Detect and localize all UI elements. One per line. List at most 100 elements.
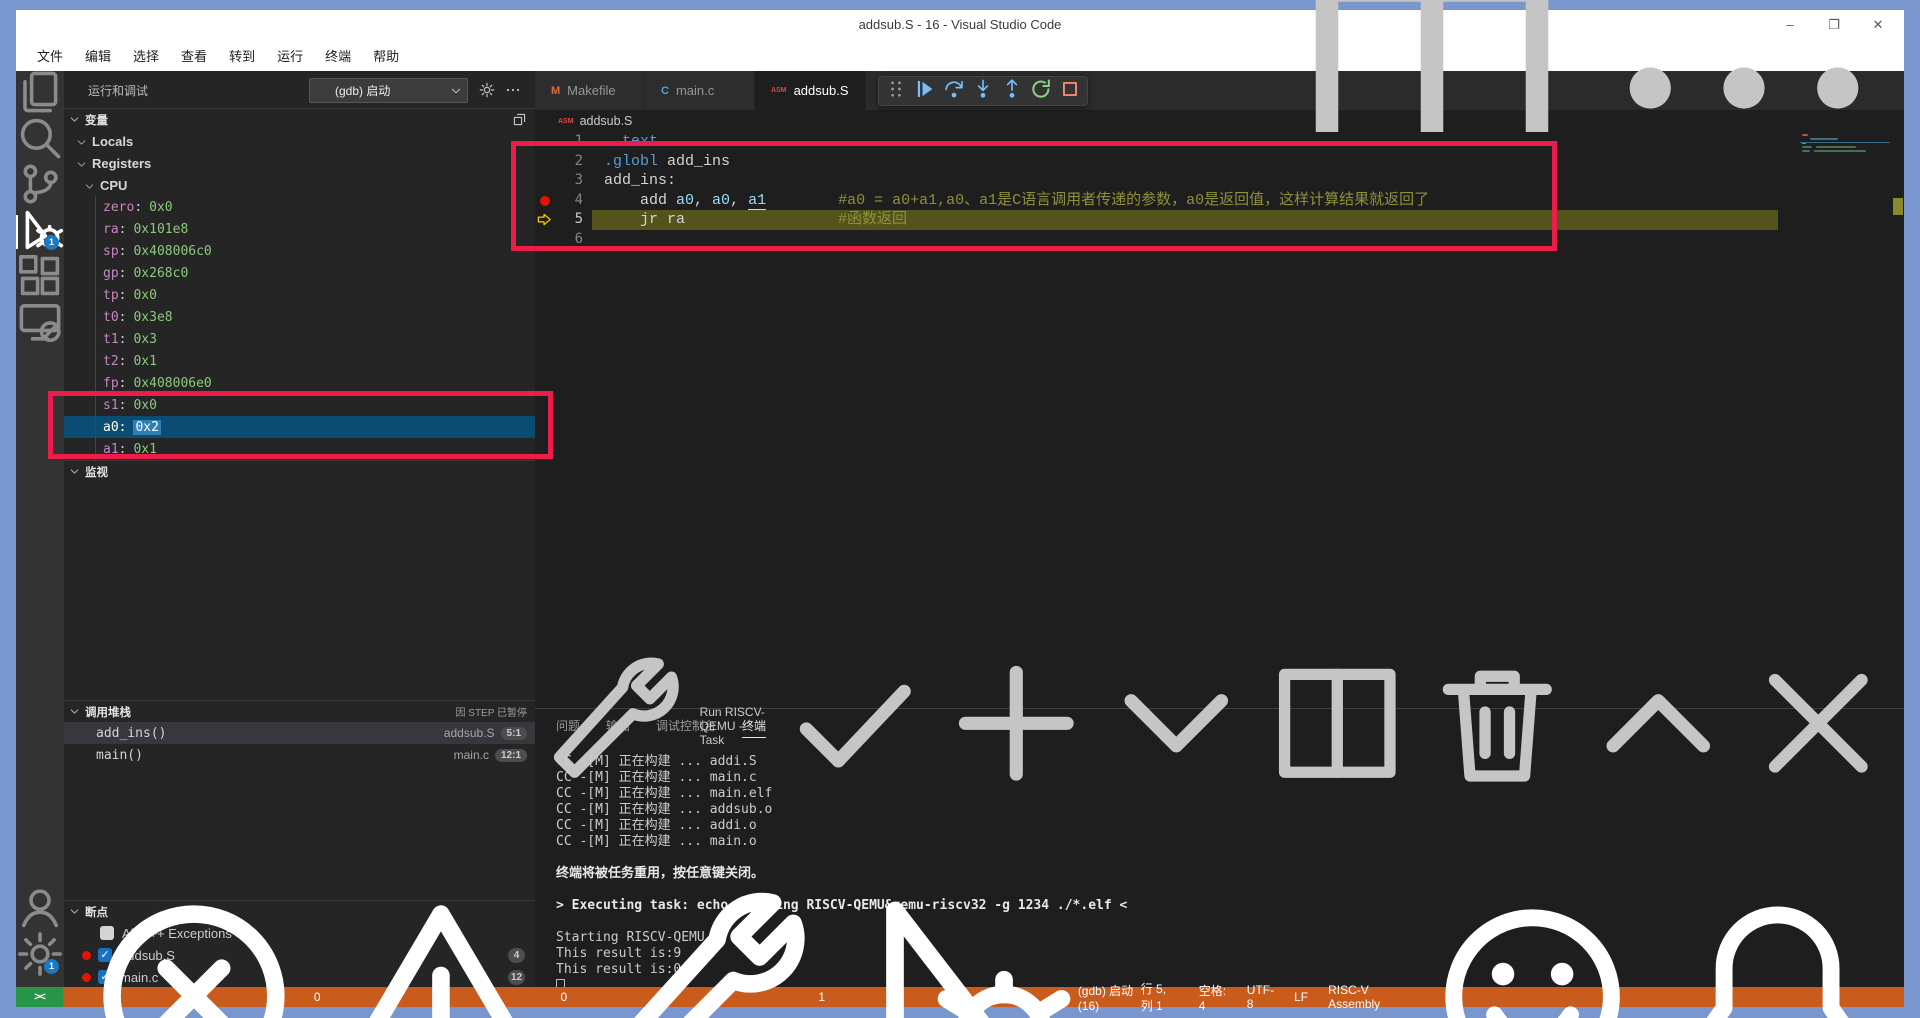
- register-row-s1[interactable]: s1:0x0: [64, 394, 535, 416]
- language-mode[interactable]: RISC-V Assembly: [1328, 983, 1400, 1011]
- eol-setting[interactable]: LF: [1294, 990, 1308, 1004]
- activity-settings-gear-icon[interactable]: 1: [16, 931, 64, 979]
- line-number: 6: [574, 230, 583, 247]
- chevron-down-icon: [69, 706, 80, 717]
- frame-function: main(): [96, 747, 143, 763]
- bell-icon[interactable]: [1665, 884, 1890, 1018]
- menu-item[interactable]: 查看: [170, 46, 218, 65]
- problems-status[interactable]: 0 0: [77, 879, 567, 1018]
- menu-item[interactable]: 终端: [314, 46, 362, 65]
- tab-Makefile[interactable]: M Makefile: [535, 71, 645, 110]
- collapse-all-icon[interactable]: [512, 112, 527, 127]
- restart-icon: [1030, 78, 1052, 105]
- register-row-fp[interactable]: fp:0x408006e0: [64, 372, 535, 394]
- watch-header[interactable]: 监视: [64, 460, 535, 482]
- drag-grip-button[interactable]: [885, 80, 907, 102]
- tab-main.c[interactable]: Cmain.c: [645, 71, 755, 110]
- register-row-ra[interactable]: ra:0x101e8: [64, 218, 535, 240]
- register-row-gp[interactable]: gp:0x268c0: [64, 262, 535, 284]
- activity-extensions-icon[interactable]: [16, 254, 64, 301]
- workbench: 1 1 运行和调试 (gdb) 启动 变量 Locals Registers CPU z…: [16, 0, 1904, 993]
- breakpoint-icon[interactable]: [540, 195, 550, 206]
- variables-header[interactable]: 变量: [64, 108, 535, 130]
- register-row-sp[interactable]: sp:0x408006c0: [64, 240, 535, 262]
- minimap[interactable]: [1800, 132, 1893, 252]
- section-title: 监视: [85, 466, 108, 479]
- stop-button[interactable]: [1059, 80, 1081, 102]
- gutter[interactable]: 4: [535, 191, 592, 211]
- menu-item[interactable]: 编辑: [74, 46, 122, 65]
- continue-button[interactable]: [914, 80, 936, 102]
- terminal-line: CC -[M] 正在构建 ... main.c: [556, 770, 757, 785]
- code-editor[interactable]: 1 .text 2 .globl add_ins 3 add_ins: 4 add a0,…: [535, 132, 1904, 708]
- gutter[interactable]: 1: [535, 132, 592, 152]
- call-stack-header[interactable]: 调用堆栈 因 STEP 已暂停: [64, 700, 535, 722]
- register-row-t0[interactable]: t0:0x3e8: [64, 306, 535, 328]
- register-name: sp: [103, 243, 119, 259]
- more-icon[interactable]: [505, 82, 521, 98]
- gutter[interactable]: 2: [535, 152, 592, 172]
- tasks-status[interactable]: 1: [581, 878, 825, 1018]
- terminal-line: CC -[M] 正在构建 ... main.elf: [556, 786, 773, 801]
- register-row-tp[interactable]: tp:0x0: [64, 284, 535, 306]
- menu-item[interactable]: 文件: [26, 46, 74, 65]
- activity-run-debug-icon[interactable]: 1: [16, 209, 64, 255]
- step-out-button[interactable]: [1001, 78, 1023, 105]
- activity-remote-explorer-icon[interactable]: [16, 301, 64, 347]
- step-over-button[interactable]: [943, 80, 965, 102]
- activity-explorer-icon[interactable]: [16, 71, 64, 117]
- code-line: 3 add_ins:: [535, 171, 1904, 191]
- remote-indicator[interactable]: ><: [16, 987, 63, 1007]
- activity-account-icon[interactable]: [16, 887, 64, 933]
- chevron-down-icon: [76, 136, 87, 147]
- register-name: t0: [103, 309, 119, 325]
- stack-frame[interactable]: main() main.c 12:1: [64, 744, 535, 766]
- badge: 1: [44, 959, 59, 974]
- step-out-icon: [1001, 78, 1023, 105]
- gear-icon[interactable]: [479, 82, 495, 98]
- gutter[interactable]: 5: [535, 210, 592, 230]
- menu-item[interactable]: 转到: [218, 46, 266, 65]
- feedback-icon[interactable]: [1420, 884, 1645, 1018]
- register-row-zero[interactable]: zero:0x0: [64, 196, 535, 218]
- tab-addsub.S[interactable]: ASM addsub.S: [755, 71, 866, 110]
- tree-item-registers[interactable]: Registers: [64, 152, 535, 174]
- register-value: 0x0: [133, 397, 157, 413]
- tree-item-locals[interactable]: Locals: [64, 130, 535, 152]
- tree-item-cpu[interactable]: CPU: [64, 174, 535, 196]
- makefile-icon: M: [551, 84, 561, 97]
- gutter[interactable]: 3: [535, 171, 592, 191]
- tabs: M Makefile Cmain.c ASM addsub.S: [535, 71, 866, 110]
- register-row-t1[interactable]: t1:0x3: [64, 328, 535, 350]
- terminal-line: CC -[M] 正在构建 ... main.o: [556, 834, 757, 849]
- launch-config-dropdown[interactable]: (gdb) 启动: [309, 78, 468, 103]
- register-row-a0[interactable]: a0:0x2: [64, 416, 535, 438]
- activity-search-icon[interactable]: [16, 117, 64, 163]
- menu-item[interactable]: 帮助: [362, 46, 410, 65]
- debug-status[interactable]: (gdb) 启动 (16): [839, 878, 1141, 1018]
- breadcrumb-file: addsub.S: [579, 114, 633, 128]
- panel-actions: Run RISCV-QEMU - Task: [535, 657, 1894, 782]
- register-row-a1[interactable]: a1:0x1: [64, 438, 535, 460]
- stack-frame[interactable]: add_ins() addsub.S 5:1: [64, 722, 535, 744]
- register-value: 0x3e8: [133, 309, 173, 325]
- frame-location-badge: 5:1: [500, 726, 527, 740]
- step-into-button[interactable]: [972, 79, 994, 102]
- activity-source-control-icon[interactable]: [16, 163, 64, 209]
- terminal-task-label[interactable]: Run RISCV-QEMU - Task: [700, 705, 769, 747]
- indent-setting[interactable]: 空格: 4: [1199, 982, 1227, 1013]
- menu-item[interactable]: 运行: [266, 46, 314, 65]
- run-debug-icon: [839, 878, 1075, 1018]
- restart-button[interactable]: [1030, 78, 1052, 105]
- warning-icon: [324, 879, 558, 1018]
- start-debug-icon[interactable]: [316, 84, 330, 98]
- gutter[interactable]: 6: [535, 230, 592, 250]
- register-row-t2[interactable]: t2:0x1: [64, 350, 535, 372]
- encoding-setting[interactable]: UTF-8: [1247, 983, 1274, 1011]
- menu-item[interactable]: 选择: [122, 46, 170, 65]
- line-content: jr ra #函数返回: [592, 210, 1778, 230]
- cursor-position[interactable]: 行 5, 列 1: [1141, 980, 1179, 1014]
- register-name: a0: [103, 419, 119, 435]
- c-file-icon: C: [661, 84, 669, 97]
